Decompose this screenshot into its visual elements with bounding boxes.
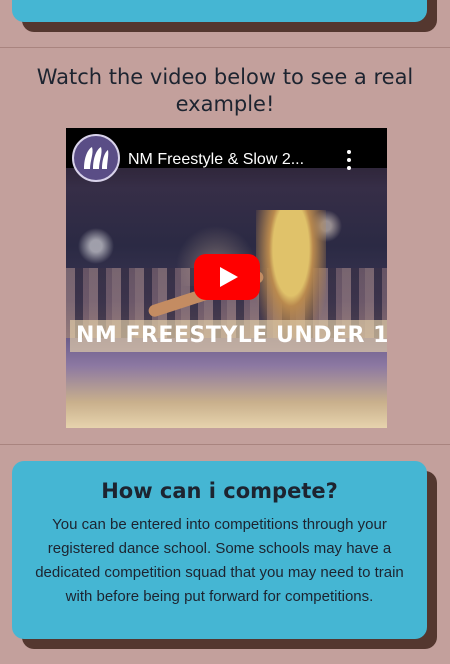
section-divider bbox=[0, 444, 450, 445]
compete-card: How can i compete? You can be entered in… bbox=[12, 461, 427, 639]
previous-card bbox=[12, 0, 427, 22]
more-vert-icon[interactable] bbox=[344, 150, 354, 170]
video-embed[interactable]: NM FREESTYLE UNDER 18 NM Freestyle & Slo… bbox=[66, 128, 387, 428]
channel-logo-icon[interactable] bbox=[72, 134, 120, 182]
channel-logo-glyph bbox=[84, 147, 109, 169]
compete-card-title: How can i compete? bbox=[101, 479, 338, 503]
section-heading: Watch the video below to see a real exam… bbox=[36, 65, 414, 116]
video-header: NM Freestyle & Slow 2... bbox=[66, 128, 387, 188]
compete-card-body: You can be entered into competitions thr… bbox=[35, 516, 404, 605]
section-divider bbox=[0, 47, 450, 48]
play-icon[interactable] bbox=[194, 254, 260, 300]
video-banner-text: NM FREESTYLE UNDER 18 bbox=[70, 320, 387, 352]
video-title[interactable]: NM Freestyle & Slow 2... bbox=[128, 150, 338, 170]
